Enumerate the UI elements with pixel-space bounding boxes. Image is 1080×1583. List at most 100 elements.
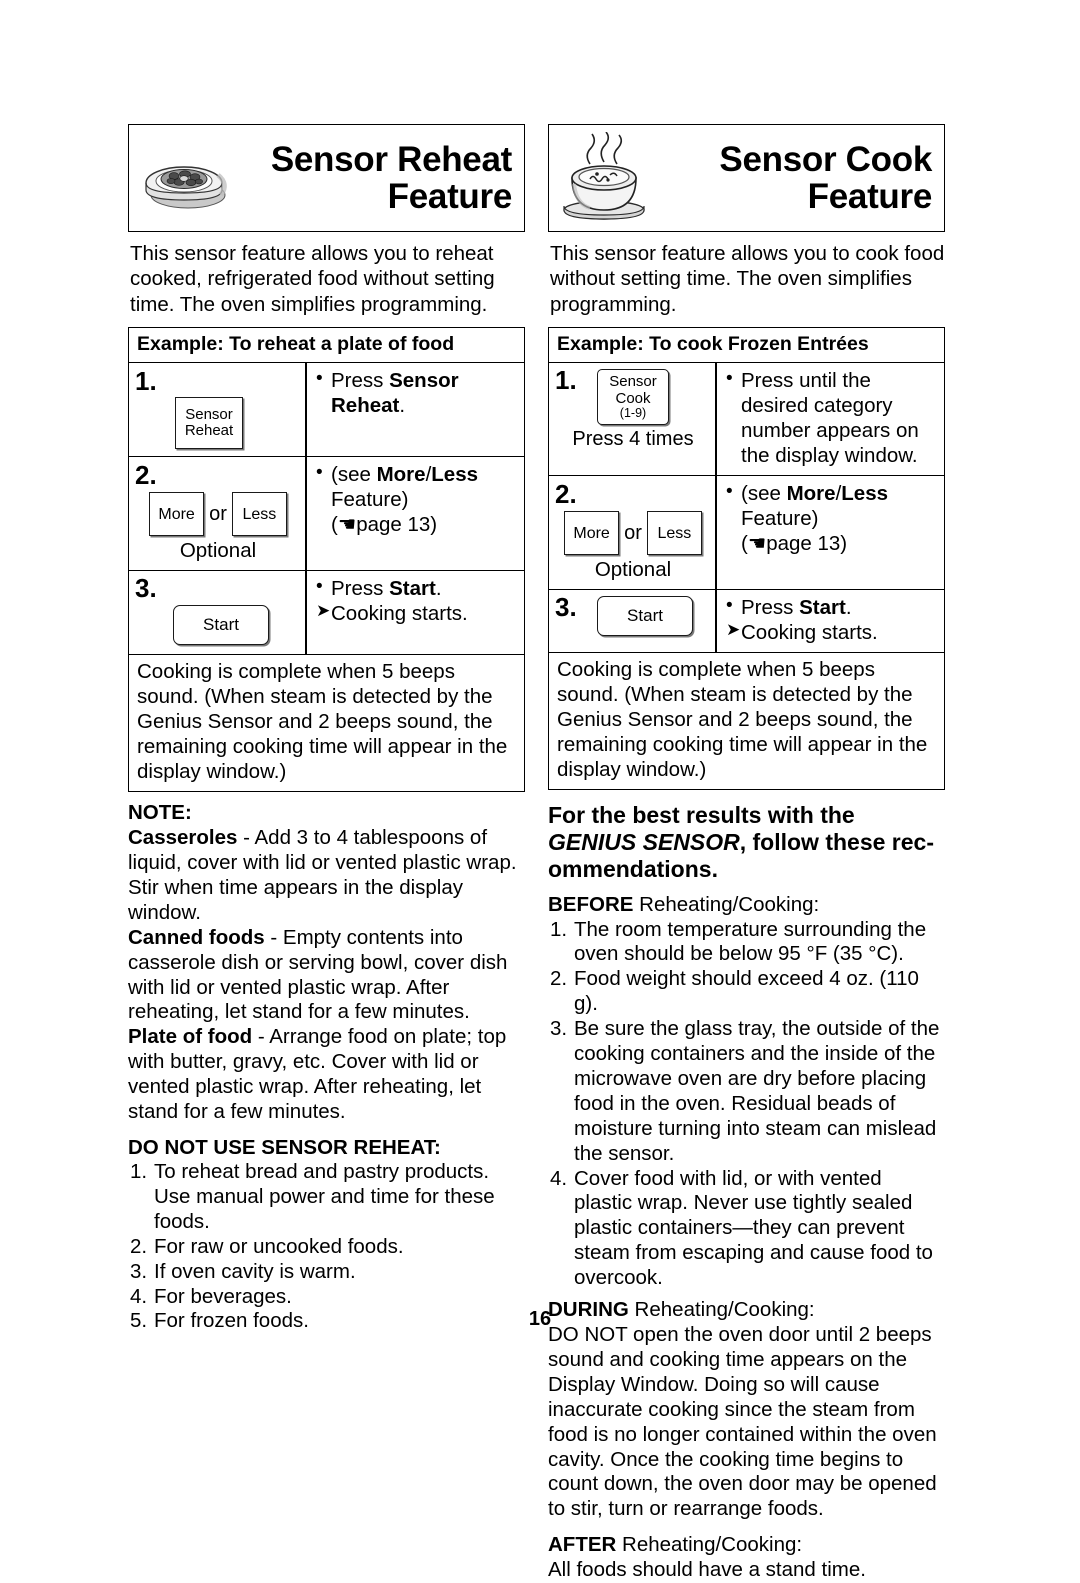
step-1-instruction: Press until the desired category number … (717, 363, 944, 475)
do-not-use-heading: DO NOT USE SENSOR REHEAT: (128, 1136, 441, 1159)
step-3-instruction: Press Start. Cooking starts. (307, 571, 524, 654)
instruction-tail: . (399, 394, 406, 418)
page-reference: (☚page 13) (741, 532, 848, 556)
list-number: 2. (550, 967, 568, 991)
sensor-cook-column: Sensor Cook Feature This sensor feature … (548, 124, 945, 1583)
steaming-bowl-icon (555, 130, 653, 226)
before-list: 1. The room temperature surrounding the o… (548, 918, 945, 1292)
step-row: 2. More or Less Optional (see More/Less … (549, 475, 944, 590)
instruction-line: Press Start. (726, 594, 939, 620)
note-term: Canned foods (128, 925, 265, 949)
list-number: 2. (130, 1234, 148, 1258)
before-label-line: BEFORE Reheating/Cooking: (548, 893, 945, 918)
step-1-button-cell: 1. Sensor Reheat (129, 363, 307, 457)
more-less-row: More or Less (135, 492, 301, 537)
instruction-prefix: (see (741, 482, 787, 506)
list-item: 4. For beverages. (128, 1285, 525, 1310)
list-number: 1. (550, 917, 568, 941)
note-item: Plate of food - Arrange food on plate; t… (128, 1025, 525, 1125)
sensor-cook-button-wrap: Sensor Cook (1-9) (597, 369, 711, 426)
sensor-reheat-intro: This sensor feature allows you to reheat… (130, 242, 495, 316)
instruction-prefix: Press (331, 369, 390, 393)
list-number: 4. (130, 1284, 148, 1308)
after-tail: Reheating/Cooking: (616, 1533, 803, 1557)
instruction-line: Press until the desired category number … (726, 367, 939, 468)
sensor-reheat-example-bar: Example: To reheat a plate of food (128, 327, 525, 364)
sensor-cook-button[interactable]: Sensor Cook (1-9) (597, 369, 669, 426)
instruction-bold-less: Less (431, 463, 478, 487)
sensor-cook-steps-table: 1. Sensor Cook (1-9) Press 4 times Press… (548, 363, 945, 654)
list-text: For raw or uncooked foods. (154, 1234, 404, 1258)
button-label-line2: Cook (615, 389, 651, 407)
step-number: 2. (555, 479, 577, 510)
heading-rest: , follow these rec- (739, 829, 934, 856)
manual-page: Sensor Reheat Feature This sensor featur… (128, 124, 946, 1581)
after-text: All foods should have a stand time. (548, 1558, 866, 1582)
instruction-bold: Start (799, 596, 846, 620)
instruction-tail: . (845, 596, 852, 620)
list-item: 3. If oven cavity is warm. (128, 1260, 525, 1285)
less-button[interactable]: Less (231, 492, 287, 537)
step-number: 3. (555, 592, 577, 623)
banner-title-line2: Feature (387, 177, 513, 216)
step-row: 3. Start Press Start. Cooking starts. (129, 570, 524, 655)
step-3-button-cell: 3. Start (129, 571, 307, 655)
press-times-label: Press 4 times (572, 428, 694, 451)
instruction-line: Press Start. (316, 575, 519, 601)
step-row: 2. More or Less Optional (see More/Less … (129, 456, 524, 571)
instruction-prefix: Press (331, 577, 390, 601)
plate-of-food-icon (135, 130, 233, 226)
list-text: Cover food with lid, or with vented plas… (574, 1166, 933, 1290)
list-text: For beverages. (154, 1284, 292, 1308)
step-row: 1. Sensor Cook (1-9) Press 4 times Press… (549, 363, 944, 476)
button-label-line1: Sensor (185, 406, 233, 424)
instruction-prefix: (see (331, 463, 377, 487)
step-number: 1. (135, 366, 157, 397)
optional-label: Optional (594, 558, 672, 582)
start-button[interactable]: Start (597, 596, 693, 637)
step-number: 2. (135, 460, 157, 491)
sensor-reheat-notes: NOTE: Casseroles - Add 3 to 4 tablespoon… (128, 801, 525, 1125)
list-text: If oven cavity is warm. (154, 1259, 356, 1283)
after-label-line: AFTER Reheating/Cooking: (548, 1533, 945, 1558)
best-results-heading: For the best results with the GENIUS SEN… (548, 802, 945, 883)
heading-line1: For the best results with the (548, 802, 855, 829)
instruction-bold-more: More (786, 482, 836, 506)
list-text: Be sure the glass tray, the outside of t… (574, 1017, 940, 1165)
sensor-reheat-button[interactable]: Sensor Reheat (175, 397, 243, 450)
heading-line3: ommendations. (548, 856, 718, 883)
more-button[interactable]: More (564, 511, 620, 556)
instruction-line: (see More/Less (726, 480, 939, 506)
instruction-bold-more: More (376, 463, 426, 487)
instruction-line-2: Feature) (741, 507, 819, 531)
button-label-line2: Reheat (184, 422, 234, 440)
two-column-layout: Sensor Reheat Feature This sensor featur… (128, 124, 946, 1583)
or-label: or (624, 521, 642, 544)
less-button[interactable]: Less (646, 511, 702, 556)
instruction-bold-less: Less (841, 482, 888, 506)
list-text: To reheat bread and pastry products. Use… (154, 1160, 495, 1233)
list-number: 3. (550, 1017, 568, 1041)
after-label: AFTER (548, 1533, 617, 1557)
start-button[interactable]: Start (173, 605, 269, 646)
instruction-result: Cooking starts. (316, 601, 519, 626)
step-1-instruction: Press Sensor Reheat. (307, 363, 524, 456)
list-item: 3. Be sure the glass tray, the outside of… (548, 1017, 945, 1166)
start-button-wrap: Start (597, 596, 711, 637)
more-button[interactable]: More (149, 492, 205, 537)
list-item: 1. The room temperature surrounding the o… (548, 918, 945, 968)
instruction-bold: Start (389, 577, 436, 601)
list-item: 1. To reheat bread and pastry products. U… (128, 1160, 525, 1235)
sensor-reheat-steps-table: 1. Sensor Reheat Press Sensor Reheat. 2. (128, 363, 525, 656)
step-3-instruction: Press Start. Cooking starts. (717, 590, 944, 652)
list-number: 4. (550, 1166, 568, 1190)
list-item: 2. For raw or uncooked foods. (128, 1235, 525, 1260)
step-1-button-cell: 1. Sensor Cook (1-9) Press 4 times (549, 363, 717, 476)
list-number: 3. (130, 1259, 148, 1283)
step-row: 1. Sensor Reheat Press Sensor Reheat. (129, 363, 524, 457)
banner-title-line1: Sensor Cook (719, 139, 932, 179)
before-tail: Reheating/Cooking: (633, 892, 820, 916)
step-row: 3. Start Press Start. Cooking starts. (549, 589, 944, 653)
more-less-row: More or Less (555, 511, 711, 556)
note-term: Plate of food (128, 1025, 253, 1049)
